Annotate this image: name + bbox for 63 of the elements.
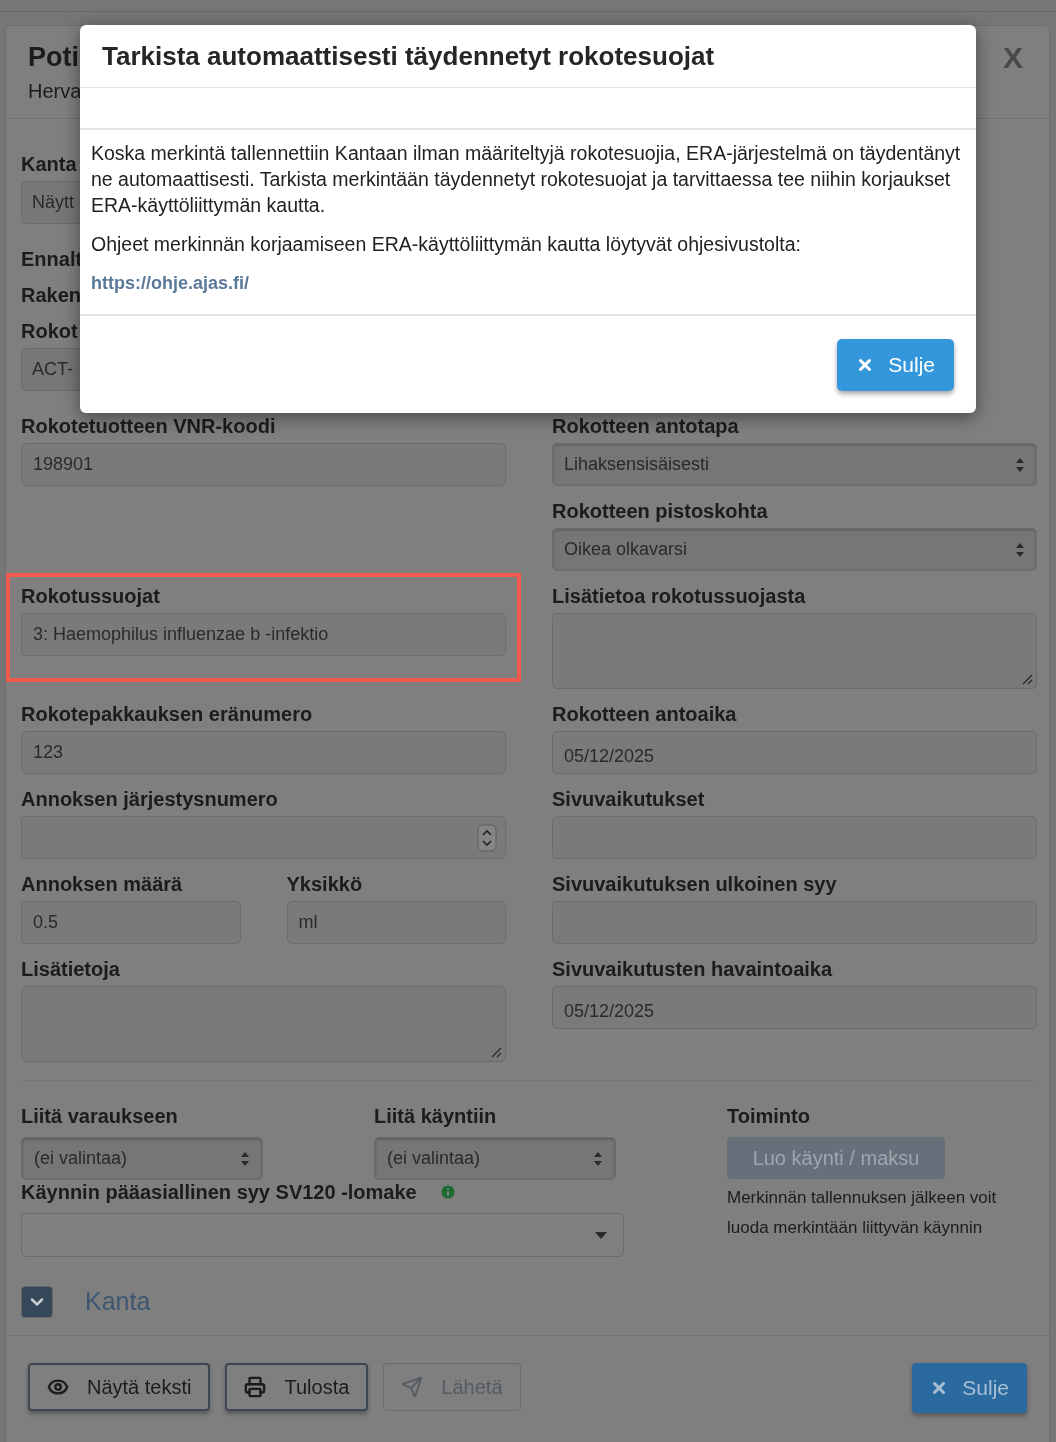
- footer-button[interactable]: Näytä teksti: [28, 1362, 211, 1411]
- field-label: Lisätietoja: [21, 957, 121, 982]
- close-button[interactable]: Sulje: [837, 338, 954, 391]
- help-text: Merkinnän tallennuksen jälkeen voit luoda merkintään liittyvän käynnin: [727, 1187, 998, 1239]
- number-field[interactable]: [21, 816, 506, 859]
- field-label: Lisätietoa rokotussuojasta: [552, 584, 807, 609]
- field-label: Rokot: [21, 319, 78, 344]
- input-field[interactable]: ACT-: [21, 348, 81, 391]
- text-area[interactable]: [552, 613, 1037, 689]
- info-icon: [438, 1183, 457, 1201]
- input-field[interactable]: 3: Haemophilus influenzae b -infektio: [21, 613, 506, 656]
- resize-grip-icon: [491, 1047, 502, 1058]
- select-field[interactable]: [21, 1213, 624, 1257]
- select-field[interactable]: Lihaksensisäisesti: [552, 443, 1037, 486]
- field-label: Rokotteen pistoskohta: [552, 499, 769, 524]
- field-label: Sivuvaikutukset: [552, 787, 706, 812]
- message-text: Ohjeet merkinnän korjaamiseen ERA-käyttöliittymän kautta löytyvät ohjesivustolta:: [91, 232, 802, 257]
- paper-plane-icon: [401, 1375, 424, 1398]
- resize-grip-icon: [1022, 674, 1033, 685]
- field-label: Liitä käyntiin: [374, 1104, 498, 1129]
- modal-title: Tarkista automaattisesti täydennetyt rokotesuojat: [102, 39, 715, 73]
- help-link[interactable]: https://ohje.ajas.fi/: [91, 270, 250, 297]
- field-label: Annoksen määrä: [21, 872, 184, 897]
- message-text: Koska merkintä tallennettiin Kantaan ilman määriteltyjä rokotesuojia, ERA-järjestelmä on täydentänyt ne automaattisesti. Tarkista merkintään täydennetyt rokotesuojat ja tarvittaessa tee niihin korjaukset ERA-käyttöliittymän kautta.: [91, 141, 962, 218]
- field-label: Rokotteen antotapa: [552, 414, 740, 439]
- field-label: Annoksen järjestysnumero: [21, 787, 279, 812]
- up-down-arrows-icon: [1015, 456, 1025, 473]
- select-field[interactable]: (ei valintaa): [21, 1137, 263, 1180]
- spinner-icon: [477, 823, 497, 852]
- select-field[interactable]: (ei valintaa): [374, 1137, 616, 1180]
- date-field[interactable]: 05/12/2025: [552, 731, 1037, 774]
- field-label: Ennalt: [21, 247, 83, 272]
- field-label: Kanta: [21, 152, 77, 177]
- input-field[interactable]: 0.5: [21, 901, 241, 944]
- field-label: Sivuvaikutusten havaintoaika: [552, 957, 834, 982]
- section-title: Kanta: [85, 1286, 151, 1317]
- field-label: Rokotteen antoaika: [552, 702, 738, 727]
- dialog-title: Poti: [28, 42, 80, 72]
- field-label: Sivuvaikutuksen ulkoinen syy: [552, 872, 838, 897]
- date-field[interactable]: 05/12/2025: [552, 986, 1037, 1029]
- input-field[interactable]: Näytt: [21, 181, 81, 224]
- footer-button[interactable]: Tulosta: [225, 1362, 369, 1411]
- up-down-arrows-icon: [593, 1150, 603, 1167]
- up-down-arrows-icon: [240, 1150, 250, 1167]
- dialog-subtitle: Herva: [28, 79, 82, 104]
- printer-icon: [244, 1375, 267, 1398]
- field-label: Käynnin pääasiallinen syy SV120 -lomake: [21, 1180, 417, 1205]
- expand-toggle[interactable]: [21, 1285, 53, 1318]
- field-label: Rokotussuojat: [21, 584, 161, 609]
- field-label: Liitä varaukseen: [21, 1104, 179, 1129]
- up-down-arrows-icon: [1015, 541, 1025, 558]
- field-label: Toiminto: [727, 1104, 811, 1129]
- field-label: Raken: [21, 283, 82, 308]
- field-label: Yksikkö: [286, 872, 364, 897]
- input-field[interactable]: ml: [286, 901, 506, 944]
- text-area[interactable]: [21, 986, 506, 1062]
- input-field[interactable]: 123: [21, 731, 506, 774]
- field-label: Rokotepakkauksen eränumero: [21, 702, 314, 727]
- select-field[interactable]: Oikea olkavarsi: [552, 528, 1037, 571]
- close-button[interactable]: Sulje: [912, 1362, 1027, 1413]
- caret-icon: [595, 1231, 607, 1239]
- input-field[interactable]: 198901: [21, 443, 506, 486]
- field-label: Rokotetuotteen VNR-koodi: [21, 414, 277, 439]
